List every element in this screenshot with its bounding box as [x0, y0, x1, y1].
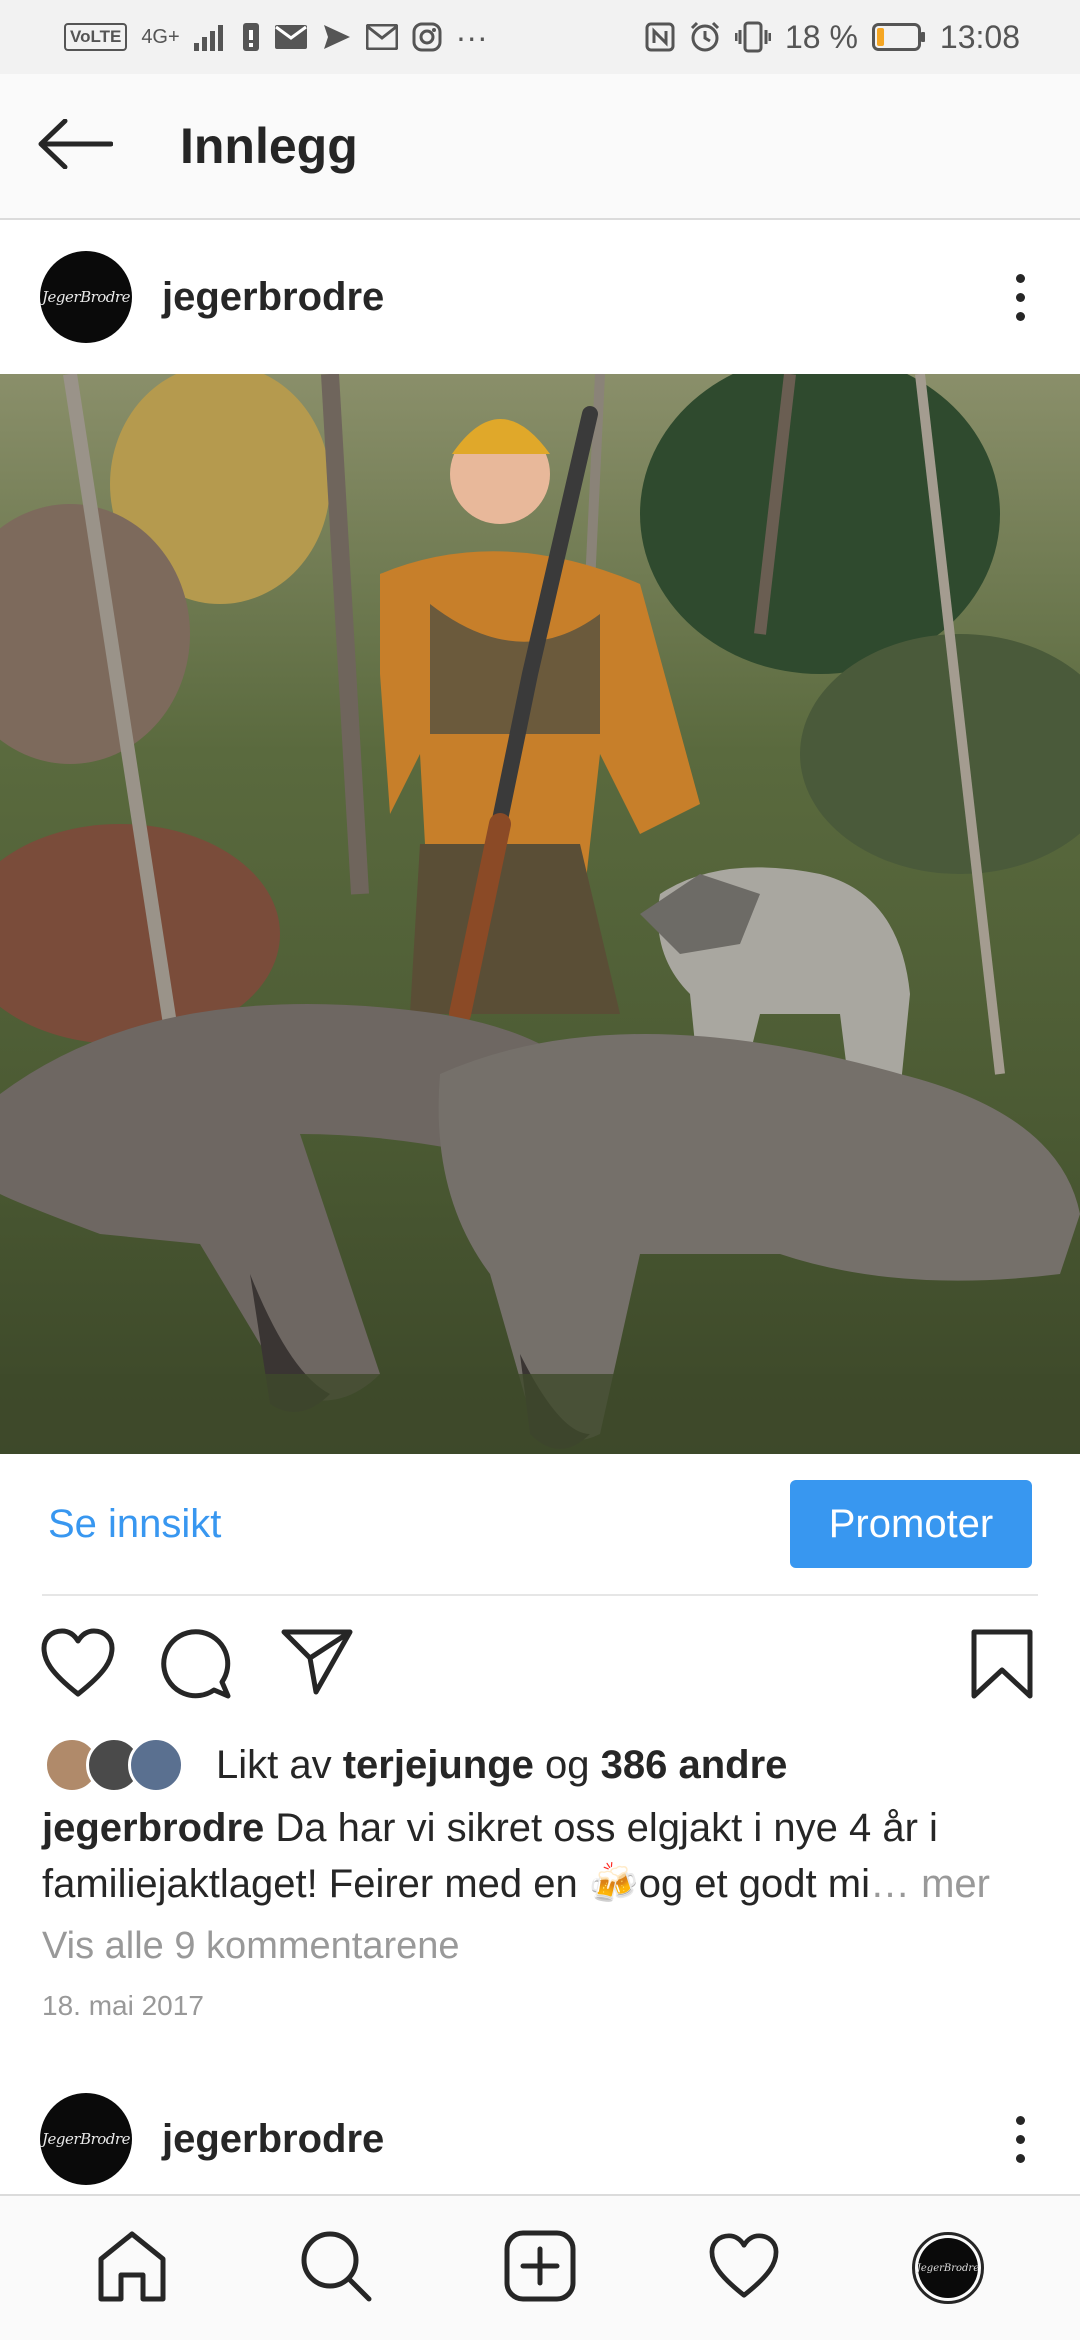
more-dots-icon: ···	[455, 18, 488, 55]
likes-row[interactable]: Likt av terjejunge og 386 andre	[44, 1730, 787, 1800]
home-icon	[95, 2229, 169, 2308]
caption-username[interactable]: jegerbrodre	[42, 1806, 264, 1850]
add-post-icon	[503, 2229, 577, 2308]
signal-icon	[193, 23, 228, 51]
liked-others[interactable]: 386 andre	[601, 1743, 788, 1787]
avatar-logo: JegerBrodre	[42, 288, 130, 306]
nav-home[interactable]	[72, 2208, 192, 2328]
gmail-icon	[365, 24, 398, 50]
send-icon	[322, 23, 352, 51]
mail-icon	[274, 24, 308, 50]
status-right: 18 % 13:08	[645, 19, 1020, 56]
more-options-button[interactable]	[1010, 2115, 1030, 2163]
clock: 13:08	[939, 18, 1020, 55]
nav-search[interactable]	[276, 2208, 396, 2328]
post-header: JegerBrodre jegerbrodre	[0, 222, 1080, 372]
page-title: Innlegg	[180, 118, 358, 174]
post-username[interactable]: jegerbrodre	[162, 275, 384, 320]
nav-activity[interactable]	[684, 2208, 804, 2328]
likes-text: Likt av terjejunge og 386 andre	[216, 1743, 787, 1788]
nav-new-post[interactable]	[480, 2208, 600, 2328]
caption-more-link[interactable]: … mer	[870, 1862, 990, 1906]
avatar[interactable]: JegerBrodre	[40, 251, 132, 343]
battery-percent: 18 %	[784, 18, 858, 55]
view-comments-link[interactable]: Vis alle 9 kommentarene	[42, 1925, 460, 1968]
status-left: VoLTE 4G+ ···	[64, 19, 488, 56]
status-bar: VoLTE 4G+ ··· 18 % 13:08	[0, 0, 1080, 74]
app-header: Innlegg	[0, 74, 1080, 220]
more-options-button[interactable]	[1010, 273, 1030, 321]
search-icon	[299, 2229, 373, 2308]
comment-icon[interactable]	[160, 1628, 232, 1705]
share-icon[interactable]	[280, 1628, 354, 1701]
divider	[42, 1594, 1038, 1596]
back-button[interactable]	[0, 73, 150, 219]
post-username[interactable]: jegerbrodre	[162, 2117, 384, 2162]
vibrate-icon	[734, 21, 771, 53]
liker-avatar	[128, 1737, 184, 1793]
arrow-left-icon	[37, 118, 114, 174]
post-actions	[0, 1628, 1080, 1728]
bottom-nav: JegerBrodre	[0, 2194, 1080, 2340]
alarm-icon	[689, 21, 721, 53]
avatar[interactable]: JegerBrodre	[40, 2093, 132, 2185]
nav-profile[interactable]: JegerBrodre	[888, 2208, 1008, 2328]
liked-prefix: Likt av	[216, 1742, 332, 1787]
signal-type: 4G+	[141, 25, 180, 48]
liked-joiner: og	[545, 1742, 590, 1787]
sim-icon	[242, 22, 260, 52]
next-post-header: JegerBrodre jegerbrodre	[0, 2064, 1080, 2214]
promote-button[interactable]: Promoter	[790, 1480, 1032, 1568]
liker-avatars	[44, 1735, 194, 1795]
post-image[interactable]	[0, 374, 1080, 1454]
insights-row: Se innsikt Promoter	[0, 1454, 1080, 1594]
profile-avatar: JegerBrodre	[912, 2232, 984, 2304]
post-caption: jegerbrodre Da har vi sikret oss elgjakt…	[42, 1800, 1042, 1912]
nfc-icon	[645, 22, 675, 52]
profile-avatar-logo: JegerBrodre	[916, 2262, 980, 2274]
post-date: 18. mai 2017	[42, 1990, 204, 2021]
battery-icon	[871, 23, 926, 51]
liked-user[interactable]: terjejunge	[343, 1743, 534, 1787]
view-insights-link[interactable]: Se innsikt	[48, 1502, 221, 1547]
avatar-logo: JegerBrodre	[42, 2130, 130, 2148]
heart-icon[interactable]	[40, 1628, 116, 1703]
volte-badge: VoLTE	[64, 23, 128, 51]
activity-icon	[708, 2232, 780, 2304]
bookmark-icon[interactable]	[970, 1628, 1034, 1705]
instagram-icon	[412, 22, 442, 52]
